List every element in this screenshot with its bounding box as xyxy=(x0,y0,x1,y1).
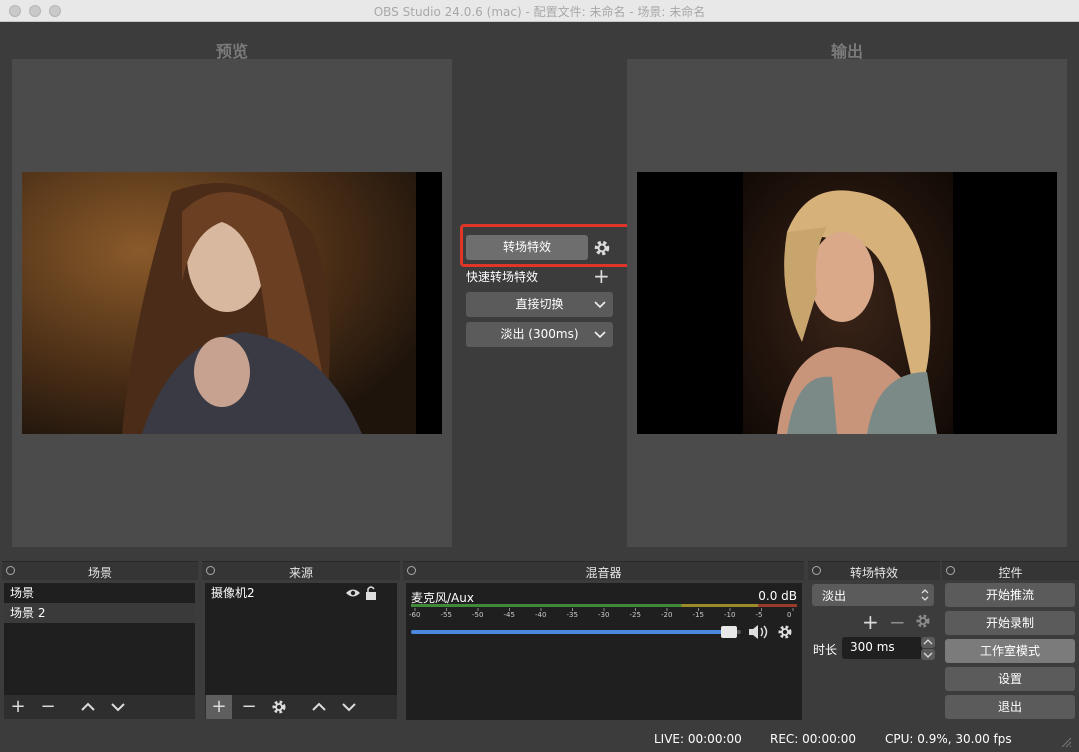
exit-button[interactable]: 退出 xyxy=(945,695,1075,719)
settings-button[interactable]: 设置 xyxy=(945,667,1075,691)
remove-source-minus-icon[interactable]: − xyxy=(236,695,262,719)
meter-tick-label: 0 xyxy=(787,611,792,619)
chevron-down-icon xyxy=(594,301,606,309)
remove-transition-minus-icon[interactable]: − xyxy=(889,610,906,634)
duration-label: 时长 xyxy=(813,643,838,657)
studio-mode-button[interactable]: 工作室模式 xyxy=(945,639,1075,663)
controls-dock-title: 控件 xyxy=(998,566,1023,580)
live-status: LIVE: 00:00:00 xyxy=(654,732,742,746)
scene-item-selected[interactable]: 场景 2 xyxy=(4,603,195,623)
eye-icon[interactable] xyxy=(345,583,361,609)
quick-transition-cut[interactable]: 直接切换 xyxy=(466,292,613,317)
meter-tick-label: -50 xyxy=(472,611,484,619)
transitions-dock-header: 转场特效 xyxy=(808,561,940,580)
sources-dock-title: 来源 xyxy=(288,566,313,580)
volume-slider-fill xyxy=(411,630,732,634)
program-camera-image xyxy=(637,172,1057,434)
title-bar: OBS Studio 24.0.6 (mac) - 配置文件: 未命名 - 场景… xyxy=(0,0,1079,22)
start-streaming-button[interactable]: 开始推流 xyxy=(945,583,1075,607)
start-recording-button[interactable]: 开始录制 xyxy=(945,611,1075,635)
chevron-down-icon xyxy=(594,331,606,339)
duration-input[interactable]: 300 ms xyxy=(842,637,922,659)
meter-tick-label: -25 xyxy=(629,611,641,619)
quick-transition-fade[interactable]: 淡出 (300ms) xyxy=(466,322,613,347)
scenes-dock-title: 场景 xyxy=(87,566,112,580)
resize-grip-icon[interactable] xyxy=(1060,736,1072,748)
transition-settings-gear-icon[interactable] xyxy=(592,238,612,258)
mixer-dock-title: 混音器 xyxy=(585,566,622,580)
scenes-dock-header: 场景 xyxy=(2,561,198,580)
source-item[interactable]: 摄像机2 xyxy=(205,583,397,603)
meter-tick-label: -45 xyxy=(503,611,515,619)
duration-value: 300 ms xyxy=(850,640,895,654)
mixer-dock-header: 混音器 xyxy=(403,561,804,580)
program-canvas xyxy=(627,59,1067,547)
scenes-list: 场景 场景 2 xyxy=(4,583,195,695)
meter-tick-label: -20 xyxy=(661,611,673,619)
preview-camera-image xyxy=(22,172,442,434)
lock-icon[interactable] xyxy=(365,583,377,609)
transition-properties-gear-icon[interactable] xyxy=(914,612,932,633)
add-source-plus-icon[interactable]: + xyxy=(206,695,232,719)
transition-select[interactable]: 淡出 xyxy=(812,584,934,606)
rec-status: REC: 00:00:00 xyxy=(770,732,857,746)
scene-item[interactable]: 场景 xyxy=(4,583,195,603)
move-up-chevron-icon[interactable] xyxy=(75,695,101,719)
quick-transition-fade-label: 淡出 (300ms) xyxy=(500,327,579,341)
meter-segment xyxy=(758,604,797,607)
sources-toolbar: + − xyxy=(205,695,397,719)
cpu-status: CPU: 0.9%, 30.00 fps xyxy=(885,732,1012,746)
meter-tick-label: -10 xyxy=(724,611,736,619)
move-up-chevron-icon[interactable] xyxy=(306,695,332,719)
meter-segment xyxy=(411,604,682,607)
meter-tick-label: -30 xyxy=(598,611,610,619)
add-scene-plus-icon[interactable]: + xyxy=(5,695,31,719)
mixer-level-readout: 0.0 dB xyxy=(758,589,797,603)
transitions-dock-title: 转场特效 xyxy=(849,566,898,580)
chevron-updown-icon xyxy=(920,586,930,607)
mixer-settings-gear-icon[interactable] xyxy=(776,623,794,644)
preview-canvas[interactable] xyxy=(12,59,452,547)
remove-scene-minus-icon[interactable]: − xyxy=(35,695,61,719)
volume-slider[interactable] xyxy=(411,626,741,638)
volume-slider-thumb[interactable] xyxy=(721,626,738,638)
speaker-icon[interactable] xyxy=(748,623,770,644)
sources-dock-header: 来源 xyxy=(202,561,400,580)
add-transition-plus-icon[interactable]: + xyxy=(862,610,879,634)
scenes-toolbar: + − xyxy=(4,695,195,719)
transition-select-value: 淡出 xyxy=(822,589,847,603)
meter-tick-label: -60 xyxy=(409,611,421,619)
window-title: OBS Studio 24.0.6 (mac) - 配置文件: 未命名 - 场景… xyxy=(373,5,706,19)
obs-window: OBS Studio 24.0.6 (mac) - 配置文件: 未命名 - 场景… xyxy=(0,0,1079,752)
meter-tick-label: -15 xyxy=(692,611,704,619)
quick-transitions-label: 快速转场特效 xyxy=(466,270,539,284)
quick-transition-cut-label: 直接切换 xyxy=(515,297,564,311)
meter-tick-label: -55 xyxy=(440,611,452,619)
source-item-label: 摄像机2 xyxy=(211,586,255,600)
sources-list: 摄像机2 xyxy=(205,583,397,695)
meter-ticks: -60 -55 -50 -45 -40 -35 -30 -25 -20 -15 -10 -5 0 xyxy=(409,611,797,621)
move-down-chevron-icon[interactable] xyxy=(336,695,362,719)
move-down-chevron-icon[interactable] xyxy=(105,695,131,719)
meter-segment xyxy=(681,604,759,607)
meter-tick-label: -35 xyxy=(566,611,578,619)
meter-tick-label: -5 xyxy=(755,611,763,619)
duration-stepper[interactable] xyxy=(920,637,936,664)
controls-dock-header: 控件 xyxy=(942,561,1079,580)
audio-mixer-panel: 麦克风/Aux 0.0 dB -60 -55 -50 -45 -40 -35 -30 -25-… xyxy=(406,583,802,720)
meter-tick-label: -40 xyxy=(535,611,547,619)
source-properties-gear-icon[interactable] xyxy=(266,695,292,719)
transition-button[interactable]: 转场特效 xyxy=(466,235,588,260)
add-quick-transition-icon[interactable]: + xyxy=(593,266,610,286)
